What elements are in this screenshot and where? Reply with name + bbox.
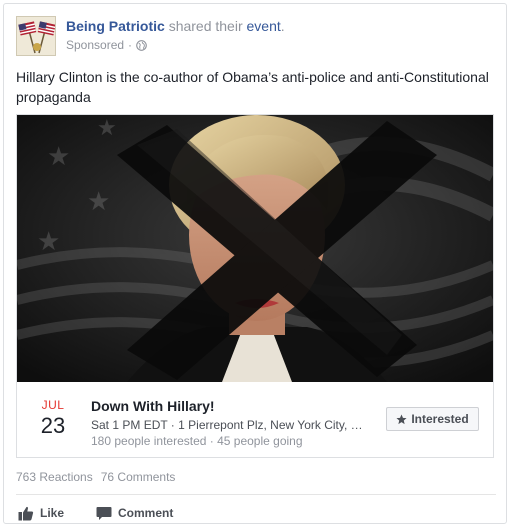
svg-text:★: ★ xyxy=(87,187,110,217)
svg-text:★: ★ xyxy=(97,116,117,141)
comment-button[interactable]: Comment xyxy=(94,502,173,524)
like-label: Like xyxy=(40,506,65,520)
star-icon xyxy=(396,414,407,424)
actions-divider xyxy=(16,494,496,495)
event-cover-image[interactable]: ★ ★ ★ ★ xyxy=(17,115,493,382)
like-button[interactable]: Like xyxy=(16,502,64,524)
cover-photo-graphic: ★ ★ ★ ★ xyxy=(17,115,493,382)
interested-button[interactable]: Interested xyxy=(386,407,479,431)
shared-text: shared their xyxy=(168,18,243,34)
separator-dot: · xyxy=(128,38,133,52)
flags-avatar-icon xyxy=(17,17,55,55)
event-date: JUL 23 xyxy=(33,398,73,439)
svg-text:★: ★ xyxy=(47,142,70,172)
page-name-line: Being Patriotic shared their event. xyxy=(66,18,285,34)
event-info: JUL 23 Down With Hillary! Sat 1 PM EDT ·… xyxy=(17,382,493,457)
thumbs-up-icon xyxy=(18,506,34,520)
speech-bubble-icon xyxy=(96,506,112,520)
comments-count[interactable]: 76 Comments xyxy=(101,470,176,484)
svg-text:★: ★ xyxy=(37,227,60,257)
event-stats: 180 people interested · 45 people going xyxy=(91,434,303,448)
sponsored-event-post: Being Patriotic shared their event. Spon… xyxy=(3,3,507,524)
event-title[interactable]: Down With Hillary! xyxy=(91,398,215,414)
sponsored-label[interactable]: Sponsored xyxy=(66,38,124,52)
period: . xyxy=(280,18,285,34)
event-month: JUL xyxy=(41,398,65,412)
interested-label: Interested xyxy=(411,412,469,426)
reactions-count[interactable]: 763 Reactions xyxy=(16,470,93,484)
post-body-text: Hillary Clinton is the co-author of Obam… xyxy=(16,69,489,105)
page-avatar[interactable] xyxy=(16,16,56,56)
event-day: 23 xyxy=(40,413,66,438)
globe-icon[interactable] xyxy=(136,39,147,51)
event-details: Sat 1 PM EDT · 1 Pierrepont Plz, New Yor… xyxy=(91,418,369,432)
sponsored-line: Sponsored · xyxy=(66,38,147,52)
engagement-summary: 763 Reactions 76 Comments xyxy=(16,470,496,484)
page-name-link[interactable]: Being Patriotic xyxy=(66,18,165,34)
event-attachment[interactable]: ★ ★ ★ ★ JUL 23 Down With Hillary! Sat 1 … xyxy=(16,114,494,458)
post-actions: Like Comment xyxy=(16,502,496,524)
event-link[interactable]: event xyxy=(247,18,281,34)
post-header: Being Patriotic shared their event. Spon… xyxy=(16,16,486,60)
comment-label: Comment xyxy=(118,506,174,520)
